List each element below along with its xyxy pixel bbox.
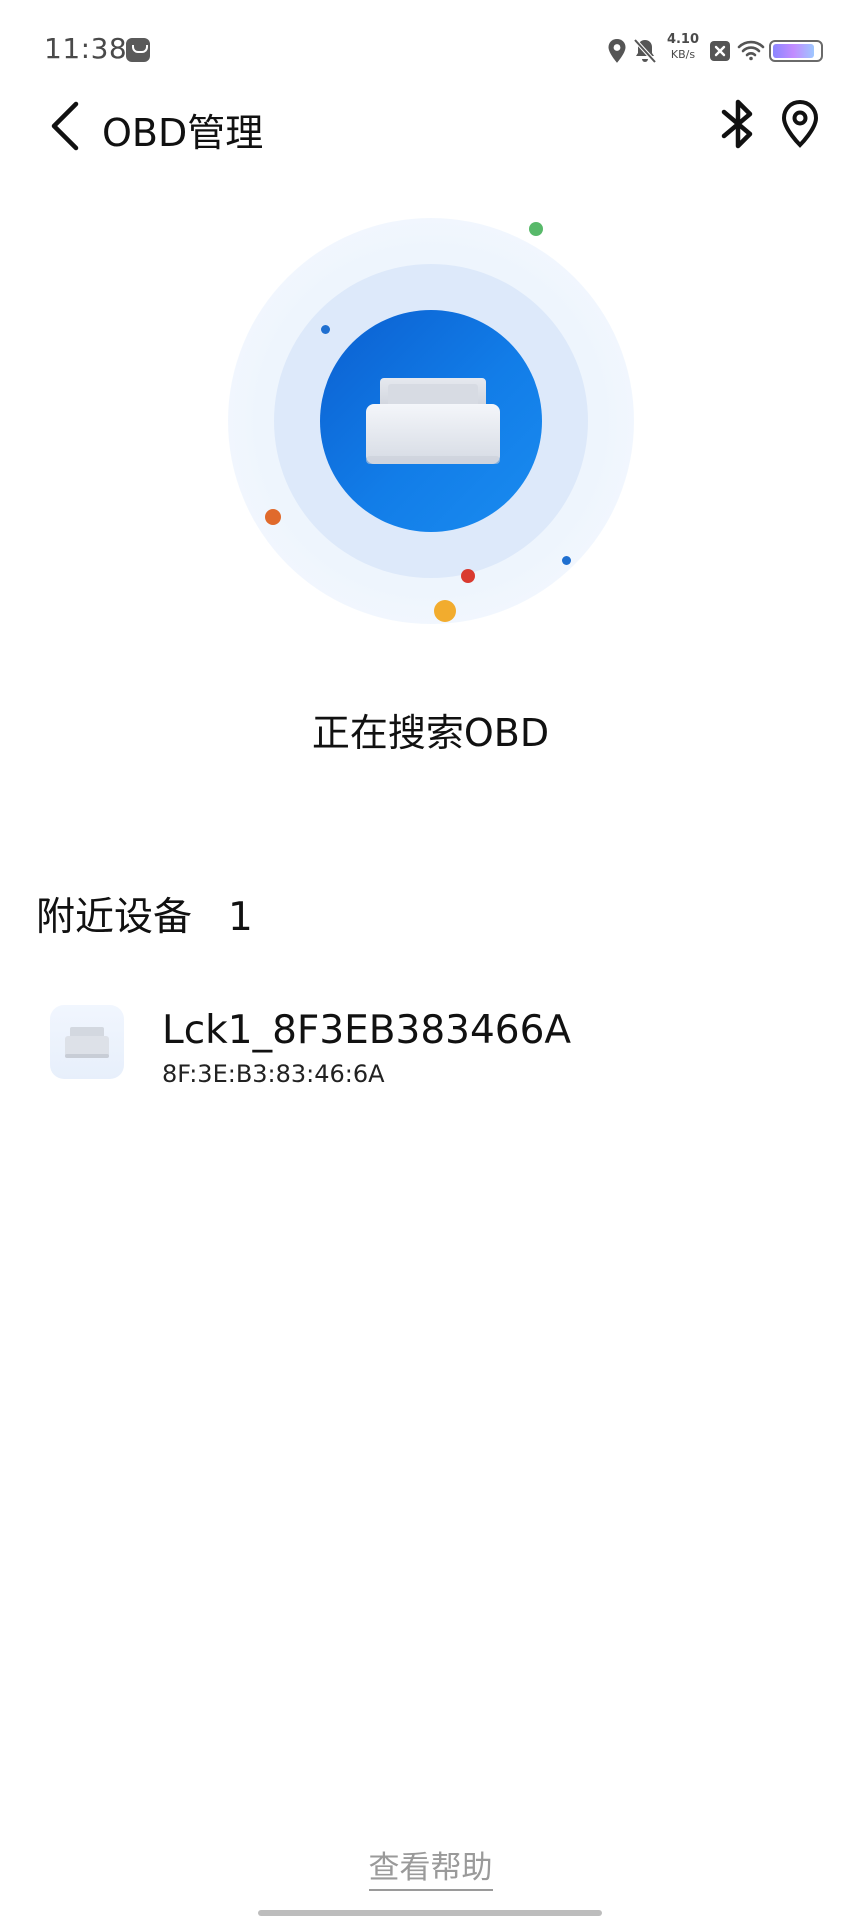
top-bar: OBD管理 [0,90,861,160]
radar-dot-yellow [434,600,456,622]
page-title: OBD管理 [102,111,264,155]
search-radar [228,218,634,624]
radar-dot-blue-small [562,556,571,565]
search-status-text: 正在搜索OBD [311,711,550,755]
net-speed-value: 4.10 [666,32,700,47]
battery-icon [769,40,823,62]
radar-dot-blue [321,325,330,334]
status-bar: 11:38 4.10 KB/s [0,0,861,100]
status-time: 11:38 [44,32,128,65]
device-name: Lck1_8F3EB383466A [162,1008,572,1053]
battery-fill [773,44,815,58]
radar-dot-green [529,222,543,236]
net-speed-readout: 4.10 KB/s [663,32,703,62]
radar-dot-red [461,569,475,583]
nearby-devices-label: 附近设备 [36,895,193,940]
location-icon [608,39,626,63]
home-indicator[interactable] [258,1910,602,1916]
nearby-devices-count: 1 [228,895,253,940]
device-mac-address: 8F:3E:B3:83:46:6A [162,1060,385,1088]
bell-muted-icon [633,38,657,64]
device-thumb [50,1005,124,1079]
bluetooth-icon [721,99,753,149]
bluetooth-button[interactable] [718,96,758,152]
chevron-left-icon [51,101,79,151]
back-button[interactable] [44,100,88,152]
obd-device-icon [366,378,500,464]
wifi-icon [737,40,765,61]
status-icons: 4.10 KB/s [607,30,823,70]
radar-dot-orange [265,509,281,525]
location-pin-icon [781,99,819,148]
notification-app-icon [126,38,150,62]
obd-management-screen: 11:38 4.10 KB/s OBD管理 正在搜索OBD 附近设备 1 Lck… [0,0,861,1920]
location-button[interactable] [778,98,822,150]
net-speed-unit: KB/s [670,48,696,61]
nearby-devices-header: 附近设备 1 [36,886,253,942]
sim-off-icon [710,41,730,61]
obd-device-icon [65,1027,109,1058]
help-link-label: 查看帮助 [368,1850,493,1891]
device-list-item[interactable]: Lck1_8F3EB383466A 8F:3E:B3:83:46:6A [36,990,826,1100]
help-link[interactable]: 查看帮助 [0,1842,861,1891]
